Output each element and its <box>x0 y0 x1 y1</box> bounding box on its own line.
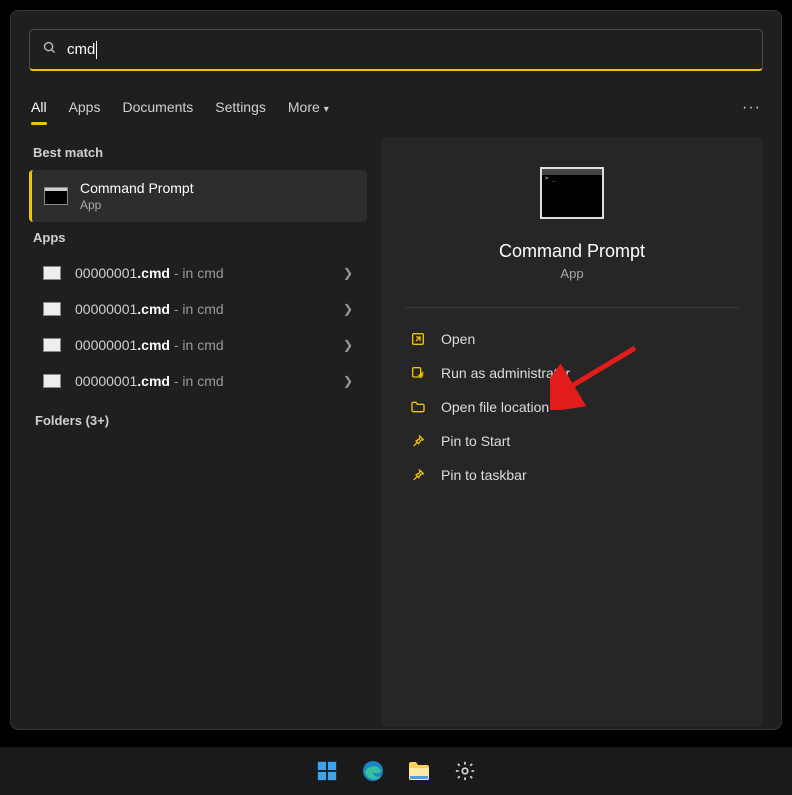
list-item[interactable]: 00000001.cmd - in cmd ❯ <box>29 327 367 363</box>
open-icon <box>409 330 427 348</box>
action-label: Run as administrator <box>441 365 570 381</box>
start-search-panel: cmd All Apps Documents Settings More▾ ··… <box>10 10 782 730</box>
results-column: Best match Command Prompt App Apps 00000… <box>29 137 367 727</box>
chevron-right-icon: ❯ <box>343 266 353 280</box>
tab-apps[interactable]: Apps <box>69 91 101 125</box>
best-match-result[interactable]: Command Prompt App <box>29 170 367 222</box>
chevron-right-icon: ❯ <box>343 338 353 352</box>
edge-browser-icon[interactable] <box>355 753 391 789</box>
action-label: Open <box>441 331 475 347</box>
folders-expand[interactable]: Folders (3+) <box>35 413 361 428</box>
divider <box>405 307 739 308</box>
tab-all[interactable]: All <box>31 91 47 125</box>
overflow-menu-button[interactable]: ··· <box>742 99 761 117</box>
pin-icon <box>409 466 427 484</box>
apps-heading: Apps <box>33 230 363 245</box>
cmd-file-icon <box>43 302 61 316</box>
text-cursor <box>96 41 97 59</box>
chevron-right-icon: ❯ <box>343 302 353 316</box>
action-pin-to-taskbar[interactable]: Pin to taskbar <box>405 458 739 492</box>
best-match-heading: Best match <box>33 145 363 160</box>
action-pin-to-start[interactable]: Pin to Start <box>405 424 739 458</box>
search-icon <box>42 40 57 59</box>
preview-subtitle: App <box>560 266 583 281</box>
action-label: Open file location <box>441 399 549 415</box>
action-open-file-location[interactable]: Open file location <box>405 390 739 424</box>
list-item[interactable]: 00000001.cmd - in cmd ❯ <box>29 363 367 399</box>
settings-icon[interactable] <box>447 753 483 789</box>
tab-more[interactable]: More▾ <box>288 91 329 125</box>
preview-app-icon <box>540 167 604 219</box>
tab-documents[interactable]: Documents <box>122 91 193 125</box>
filter-tabs: All Apps Documents Settings More▾ ··· <box>29 91 763 125</box>
cmd-file-icon <box>43 266 61 280</box>
search-query-text: cmd <box>67 41 95 58</box>
command-prompt-icon <box>44 187 68 205</box>
file-explorer-icon[interactable] <box>401 753 437 789</box>
preview-title: Command Prompt <box>499 241 645 262</box>
tab-settings[interactable]: Settings <box>215 91 266 125</box>
cmd-file-icon <box>43 374 61 388</box>
chevron-down-icon: ▾ <box>324 104 329 115</box>
best-match-subtitle: App <box>80 198 194 212</box>
list-item[interactable]: 00000001.cmd - in cmd ❯ <box>29 291 367 327</box>
preview-pane: Command Prompt App Open Run as administr… <box>381 137 763 727</box>
list-item[interactable]: 00000001.cmd - in cmd ❯ <box>29 255 367 291</box>
cmd-file-icon <box>43 338 61 352</box>
action-open[interactable]: Open <box>405 322 739 356</box>
start-button[interactable] <box>309 753 345 789</box>
action-label: Pin to Start <box>441 433 510 449</box>
chevron-right-icon: ❯ <box>343 374 353 388</box>
action-label: Pin to taskbar <box>441 467 527 483</box>
taskbar <box>0 747 792 795</box>
shield-icon <box>409 364 427 382</box>
search-input[interactable]: cmd <box>29 29 763 71</box>
apps-list: 00000001.cmd - in cmd ❯ 00000001.cmd - i… <box>29 255 367 399</box>
folder-icon <box>409 398 427 416</box>
pin-icon <box>409 432 427 450</box>
action-run-as-administrator[interactable]: Run as administrator <box>405 356 739 390</box>
best-match-title: Command Prompt <box>80 180 194 196</box>
